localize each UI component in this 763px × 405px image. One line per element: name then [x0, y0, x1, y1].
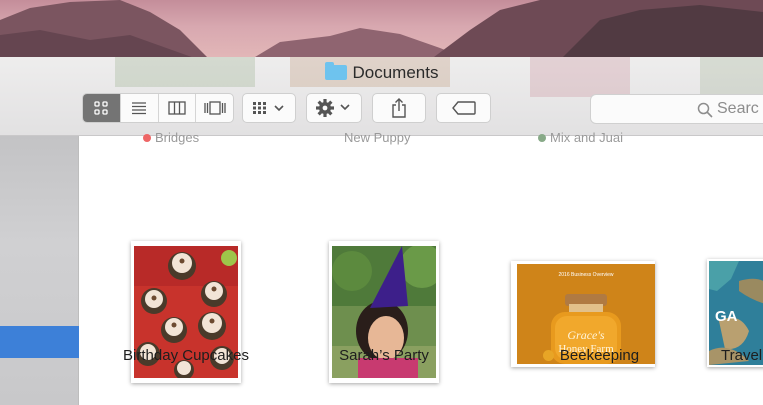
- folder-icon: [324, 62, 347, 80]
- partial-file-label: Bridges: [143, 130, 199, 145]
- partial-file-label-text: Mix and Juai: [550, 130, 623, 145]
- file-name-label[interactable]: Travel: [721, 347, 763, 364]
- share-icon: [392, 98, 406, 118]
- icon-view-icon: [94, 101, 109, 115]
- window-title-text: Documents: [352, 63, 439, 82]
- icon-view-button[interactable]: [83, 94, 121, 122]
- partial-file-label: Mix and Juai: [538, 130, 623, 145]
- sidebar: [0, 136, 79, 405]
- cover-flow-icon: [203, 101, 226, 115]
- share-button[interactable]: [372, 93, 426, 123]
- partial-file-label: New Puppy: [344, 130, 410, 145]
- file-grid: Bridges New Puppy Mix and Juai Birthday …: [79, 130, 763, 405]
- tag-icon: [451, 101, 476, 115]
- window-title: Documents: [0, 62, 763, 83]
- tag-dot: [538, 134, 546, 142]
- file-name-label[interactable]: Birthday Cupcakes: [104, 347, 268, 364]
- arrange-button[interactable]: [242, 93, 296, 123]
- finder-window: Documents Searc Bridges New Puppy Mix an…: [0, 57, 763, 405]
- view-mode-segmented-control: [82, 93, 234, 123]
- cover-title-line1: Grace's: [567, 328, 605, 342]
- tag-button[interactable]: [436, 93, 491, 123]
- toolbar: Documents Searc: [0, 57, 763, 136]
- file-name-text: Beekeeping: [559, 347, 640, 364]
- file-name-label[interactable]: Beekeeping: [509, 347, 673, 364]
- arrange-icon: [253, 102, 284, 114]
- tag-dot: [542, 350, 554, 361]
- tag-dot: [143, 134, 151, 142]
- partial-file-label-text: New Puppy: [344, 130, 411, 145]
- travel-cover-text: GA: [715, 308, 738, 325]
- column-view-icon: [168, 101, 186, 115]
- desktop-wallpaper: [0, 0, 763, 60]
- cover-header-text: 2016 Business Overview: [558, 272, 613, 278]
- search-placeholder: Searc: [717, 100, 759, 117]
- column-view-button[interactable]: [159, 94, 197, 122]
- search-field[interactable]: Searc: [590, 94, 763, 124]
- file-name-label[interactable]: Sarah’s Party: [302, 347, 466, 364]
- list-view-button[interactable]: [121, 94, 159, 122]
- gear-icon: [316, 99, 350, 117]
- search-icon: [697, 102, 713, 118]
- list-view-icon: [132, 102, 147, 115]
- action-button[interactable]: [306, 93, 362, 123]
- partial-file-label-text: Bridges: [155, 130, 200, 145]
- cover-flow-view-button[interactable]: [196, 94, 233, 122]
- sidebar-item-selected[interactable]: [0, 326, 79, 358]
